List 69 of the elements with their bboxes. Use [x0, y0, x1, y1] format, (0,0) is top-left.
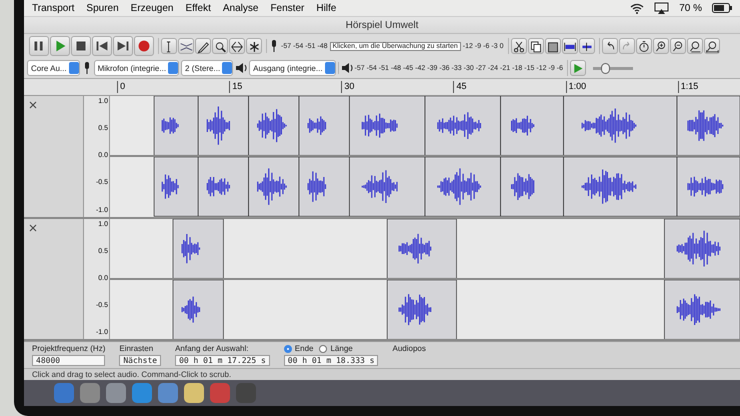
status-text: Click and drag to select audio. Command-Click to scrub. [32, 370, 232, 379]
zoom-button[interactable] [212, 38, 228, 54]
paste-button[interactable] [544, 38, 561, 54]
menu-item[interactable]: Transport [32, 2, 74, 14]
pause-button[interactable] [29, 36, 49, 56]
channels-dropdown[interactable]: 2 (Stere... [181, 60, 234, 76]
trim-button[interactable] [562, 38, 578, 54]
waveform-drawing[interactable] [110, 96, 740, 156]
menu-item[interactable]: Spuren [86, 2, 119, 14]
time-mark: 45 [453, 81, 566, 93]
window-title: Hörspiel Umwelt [346, 20, 418, 30]
cut-button[interactable] [510, 38, 527, 54]
speaker-icon[interactable] [340, 62, 353, 74]
timer-button[interactable] [636, 38, 652, 54]
input-device-dropdown[interactable]: Mikrofon (integrie... [94, 60, 180, 76]
menu-item[interactable]: Fenster [270, 2, 304, 14]
wifi-icon[interactable] [630, 2, 644, 14]
menu-item[interactable]: Effekt [185, 2, 211, 14]
fit-project-button[interactable] [704, 38, 720, 54]
microphone-icon[interactable] [269, 39, 279, 53]
menu-item[interactable]: Analyse [222, 2, 258, 14]
host-dropdown[interactable]: Core Au... [27, 60, 80, 76]
time-field[interactable]: 00 h 01 m 17.225 s [175, 355, 270, 366]
slider-thumb[interactable] [601, 62, 610, 74]
record-button[interactable] [134, 36, 154, 56]
fit-selection-button[interactable] [686, 38, 703, 54]
skip-to-end-button[interactable] [113, 36, 133, 56]
time-mark: 1:15 [678, 81, 740, 93]
waveform-drawing[interactable] [110, 157, 740, 216]
waveform-drawing[interactable] [110, 218, 740, 278]
field-label: Projektfrequenz (Hz) [32, 344, 106, 353]
time-shift-button[interactable] [229, 38, 245, 54]
waveform-drawing[interactable] [110, 280, 740, 339]
radio-label: Ende [294, 344, 314, 353]
close-icon[interactable] [28, 100, 38, 110]
pencil-button[interactable] [195, 38, 211, 54]
time-mark: 1:00 [566, 81, 678, 93]
app-icon[interactable] [184, 383, 204, 403]
close-icon[interactable] [28, 222, 38, 232]
field-label: Audiopos [392, 344, 426, 353]
time-mark: 30 [341, 81, 454, 93]
menu-item[interactable]: Hilfe [316, 2, 336, 14]
skip-to-start-button[interactable] [92, 36, 112, 56]
envelope-tool-button[interactable] [178, 38, 194, 54]
play-at-speed-button[interactable] [570, 60, 586, 76]
stop-button[interactable] [71, 36, 91, 56]
time-field[interactable]: 00 h 01 m 18.333 s [284, 355, 378, 366]
field-label: Anfang der Auswahl: [175, 344, 250, 353]
battery-icon[interactable] [712, 3, 732, 13]
zoom-in-button[interactable] [652, 38, 669, 54]
radio-button[interactable] [284, 344, 292, 352]
snap-field[interactable]: Nächste [119, 355, 162, 366]
copy-button[interactable] [528, 38, 544, 54]
speaker-icon[interactable] [235, 62, 248, 74]
zoom-out-button[interactable] [670, 38, 686, 54]
output-device-dropdown[interactable]: Ausgang (integrie... [249, 60, 336, 76]
battery-percentage: 70 % [679, 2, 702, 14]
time-mark: 15 [229, 81, 342, 93]
field-label: Einrasten [119, 344, 154, 353]
undo-button[interactable] [602, 38, 618, 54]
silence-button[interactable] [578, 38, 595, 54]
asterisk-button[interactable] [246, 38, 262, 54]
airplay-icon[interactable] [654, 2, 670, 14]
time-mark: 0 [117, 81, 230, 93]
rate-field[interactable]: 48000 [32, 355, 106, 366]
selection-tool-button[interactable] [161, 38, 177, 54]
radio-button[interactable] [319, 344, 328, 352]
menu-item[interactable]: Erzeugen [130, 2, 174, 14]
radio-label: Länge [330, 344, 353, 353]
